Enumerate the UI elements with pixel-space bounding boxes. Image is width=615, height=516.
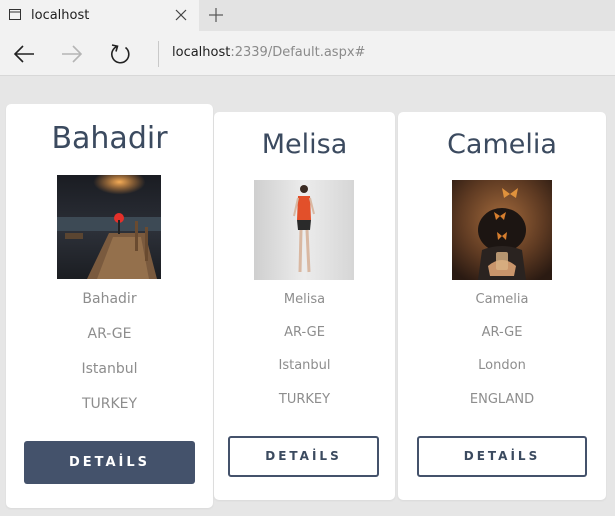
address-separator [158,41,159,67]
card-title: Bahadir [51,121,168,156]
card-department: AR-GE [481,325,523,340]
card-title: Camelia [447,129,557,160]
card-city: Istanbul [278,358,331,373]
card-username: Melisa [283,292,326,307]
details-button[interactable]: DETAİLS [417,436,587,477]
card-username: Bahadir [82,291,137,307]
card-title: Melisa [261,129,348,160]
navigation-toolbar: localhost:2339/Default.aspx# [0,31,615,76]
back-arrow-icon[interactable] [12,42,36,66]
details-button[interactable]: DETAİLS [24,441,195,484]
card-country: TURKEY [278,392,331,407]
address-host: localhost [172,45,231,60]
tab-title: localhost [31,8,90,23]
close-icon[interactable] [174,8,188,22]
page-viewport: Bahadir Bahadir AR-GE Istanbul TURKEY DE… [0,77,615,516]
browser-tab-icon [9,9,21,20]
card-department: AR-GE [87,326,132,342]
card-city: London [478,358,526,373]
details-button[interactable]: DETAİLS [228,436,379,477]
card-city: Istanbul [81,361,138,377]
profile-photo-pier [57,175,161,279]
profile-card: Camelia Camelia AR-GE London ENGLAND DET… [398,112,606,500]
address-bar[interactable]: localhost:2339/Default.aspx# [172,45,365,60]
card-department: AR-GE [284,325,325,340]
forward-arrow-icon[interactable] [60,42,84,66]
card-country: ENGLAND [469,392,535,407]
profile-card: Melisa Melisa AR-GE Istanbul TURKEY DETA… [214,112,395,500]
profile-photo-model [254,180,354,280]
profile-card: Bahadir Bahadir AR-GE Istanbul TURKEY DE… [6,104,213,508]
plus-icon[interactable] [208,7,224,23]
tab-strip: localhost [0,0,615,31]
card-country: TURKEY [81,396,138,412]
profile-photo-butterflies [452,180,552,280]
refresh-icon[interactable] [108,42,132,66]
card-username: Camelia [475,292,529,307]
address-path: :2339/Default.aspx# [230,45,366,60]
browser-tab[interactable]: localhost [0,0,199,31]
